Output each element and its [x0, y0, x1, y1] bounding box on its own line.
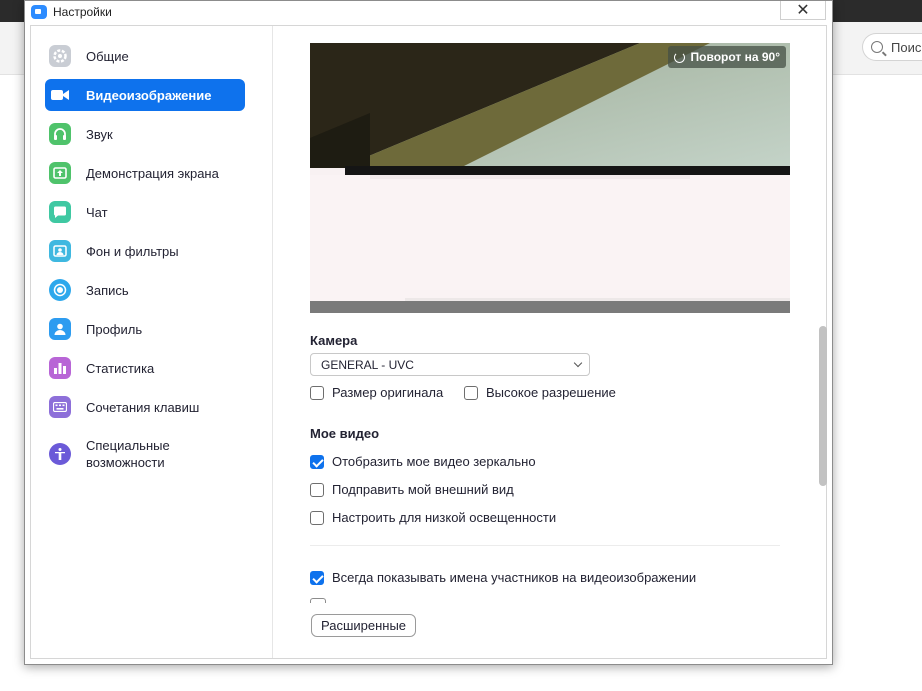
always-show-names-checkbox[interactable]: [310, 570, 324, 585]
sidebar-item-label: Чат: [86, 204, 108, 220]
mirror-checkbox[interactable]: [310, 454, 324, 469]
zoom-app-icon: [31, 5, 47, 19]
sidebar-item-statistics[interactable]: Статистика: [45, 352, 245, 384]
sidebar-item-label: Запись: [86, 282, 129, 298]
mirror-option[interactable]: Отобразить мое видео зеркально: [310, 454, 536, 469]
always-show-names-option[interactable]: Всегда показывать имена участников на ви…: [310, 570, 696, 585]
headphones-icon: [49, 123, 71, 145]
sidebar-item-label: Сочетания клавиш: [86, 399, 200, 415]
camera-section-label: Камера: [310, 333, 358, 348]
gear-icon: [49, 45, 71, 67]
search-icon: [871, 41, 883, 53]
dialog-titlebar: Настройки ✕: [25, 1, 832, 23]
sidebar-item-background-filters[interactable]: Фон и фильтры: [45, 235, 245, 267]
video-camera-icon: [49, 84, 71, 106]
advanced-button[interactable]: Расширенные: [311, 614, 416, 637]
touch-up-checkbox[interactable]: [310, 482, 324, 497]
hd-label: Высокое разрешение: [486, 385, 616, 400]
sidebar-item-label: Видеоизображение: [86, 87, 212, 103]
hd-checkbox[interactable]: [464, 385, 478, 400]
background-person-icon: [49, 240, 71, 262]
rotate-icon: [673, 51, 685, 63]
camera-preview: Поворот на 90°: [310, 43, 790, 313]
sidebar-item-label: Статистика: [86, 360, 155, 376]
sidebar-item-label: Демонстрация экрана: [86, 165, 219, 181]
screen-share-icon: [49, 162, 71, 184]
low-light-label: Настроить для низкой освещенности: [332, 510, 557, 525]
accessibility-icon: [49, 443, 71, 465]
close-button[interactable]: ✕: [780, 1, 826, 20]
sidebar-item-chat[interactable]: Чат: [45, 196, 245, 228]
sidebar-item-label: Фон и фильтры: [86, 243, 179, 259]
camera-select[interactable]: GENERAL - UVC: [310, 353, 590, 376]
original-size-checkbox[interactable]: [310, 385, 324, 400]
profile-icon: [49, 318, 71, 340]
low-light-checkbox[interactable]: [310, 510, 324, 525]
touch-up-option[interactable]: Подправить мой внешний вид: [310, 482, 514, 497]
hd-option[interactable]: Высокое разрешение: [464, 385, 616, 400]
camera-select-value: GENERAL - UVC: [321, 357, 414, 372]
sidebar-item-label: Специальные возможности: [86, 438, 170, 470]
sidebar-item-general[interactable]: Общие: [45, 40, 245, 72]
keyboard-icon: [49, 396, 71, 418]
dialog-title: Настройки: [53, 5, 112, 19]
sidebar-item-profile[interactable]: Профиль: [45, 313, 245, 345]
my-video-section-label: Мое видео: [310, 426, 380, 441]
chevron-down-icon: [573, 358, 583, 368]
settings-dialog: Настройки ✕ Общие Видеоизображение Звук …: [24, 0, 833, 665]
chat-bubble-icon: [49, 201, 71, 223]
settings-panel: Общие Видеоизображение Звук Демонстрация…: [30, 25, 827, 659]
mirror-label: Отобразить мое видео зеркально: [332, 454, 536, 469]
video-settings-content: Поворот на 90° Камера GENERAL - UVC Разм…: [273, 26, 827, 658]
original-size-option[interactable]: Размер оригинала: [310, 385, 443, 400]
sidebar-item-label: Звук: [86, 126, 113, 142]
section-divider: [310, 545, 780, 546]
record-icon: [49, 279, 71, 301]
sidebar-item-label: Профиль: [86, 321, 143, 337]
sidebar-item-video[interactable]: Видеоизображение: [45, 79, 245, 111]
sidebar-item-recording[interactable]: Запись: [45, 274, 245, 306]
rotate-label: Поворот на 90°: [690, 50, 780, 64]
sidebar-item-label: Общие: [86, 48, 129, 64]
statistics-icon: [49, 357, 71, 379]
sidebar-item-audio[interactable]: Звук: [45, 118, 245, 150]
camera-preview-image: [310, 43, 790, 313]
settings-sidebar: Общие Видеоизображение Звук Демонстрация…: [31, 26, 273, 658]
search-label: Поис: [891, 39, 922, 55]
original-size-label: Размер оригинала: [332, 385, 444, 400]
background-search-field[interactable]: Поис: [862, 33, 922, 61]
always-show-names-label: Всегда показывать имена участников на ви…: [332, 570, 697, 585]
vertical-scrollbar[interactable]: [819, 326, 827, 486]
rotate-90-button[interactable]: Поворот на 90°: [667, 46, 786, 68]
partially-hidden-checkbox[interactable]: [310, 598, 326, 603]
sidebar-item-screen-share[interactable]: Демонстрация экрана: [45, 157, 245, 189]
touch-up-label: Подправить мой внешний вид: [332, 482, 514, 497]
low-light-option[interactable]: Настроить для низкой освещенности: [310, 510, 556, 525]
sidebar-item-keyboard-shortcuts[interactable]: Сочетания клавиш: [45, 391, 245, 423]
sidebar-item-accessibility[interactable]: Специальные возможности: [45, 430, 245, 478]
